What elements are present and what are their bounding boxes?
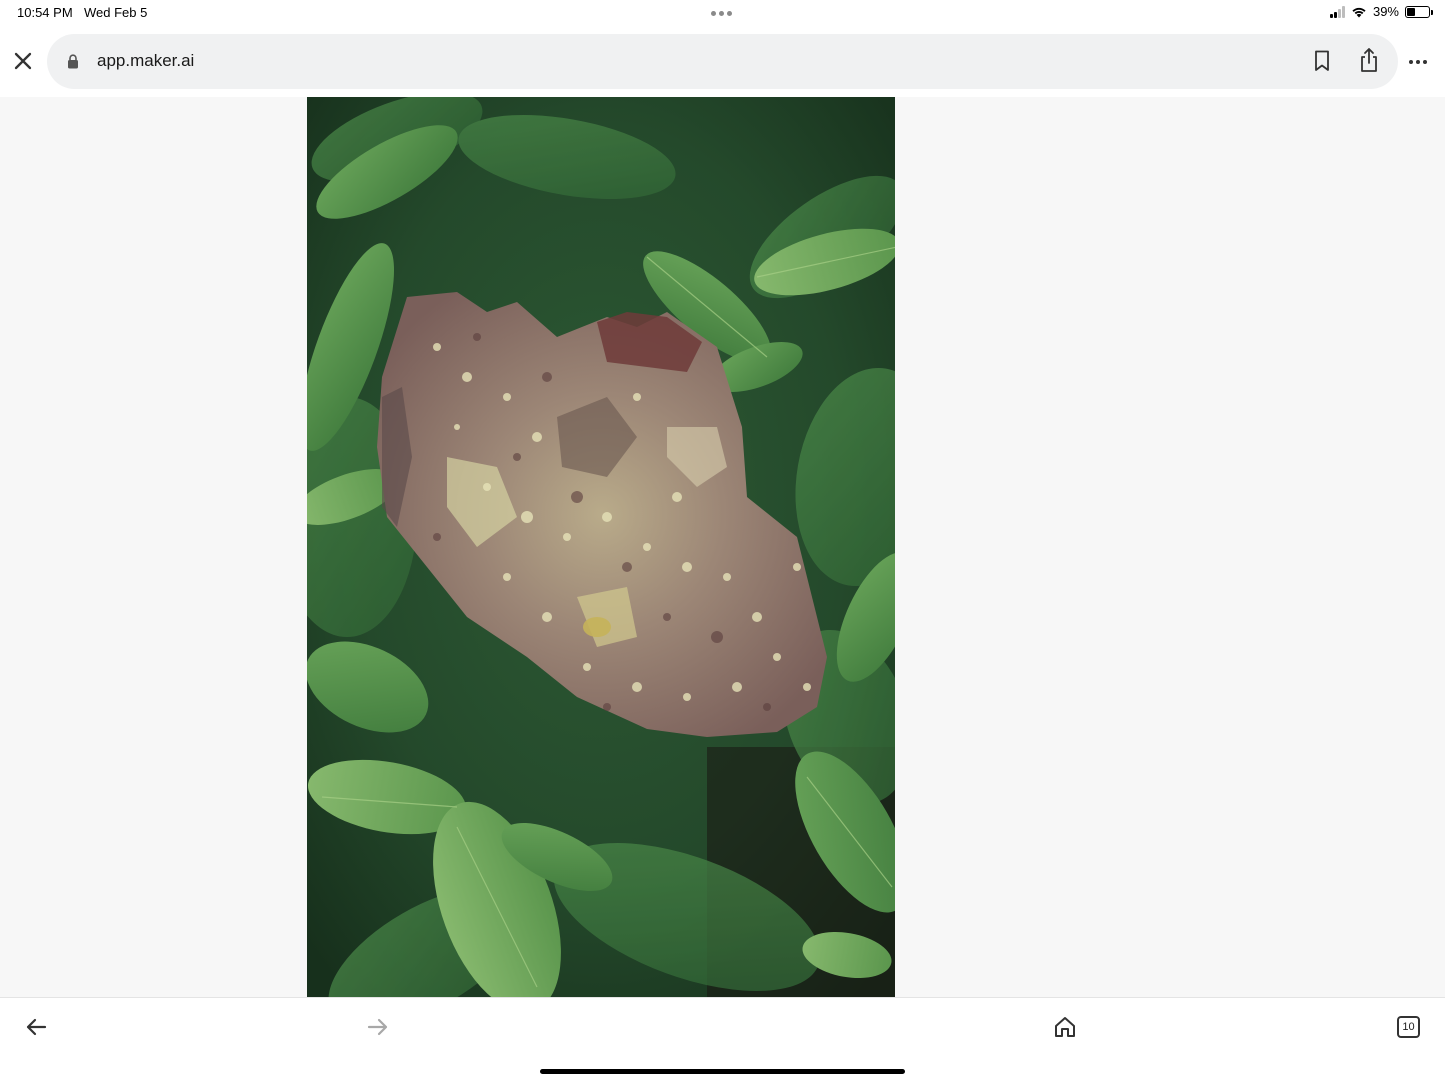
bottom-toolbar: 10 [0, 997, 1445, 1083]
home-icon[interactable] [1053, 1015, 1077, 1039]
home-indicator[interactable] [540, 1069, 905, 1074]
status-bar: 10:54 PM Wed Feb 5 39% [0, 0, 1445, 26]
photo-illustration [307, 97, 895, 997]
page-content [0, 97, 1445, 997]
close-icon[interactable] [10, 48, 36, 74]
address-bar[interactable]: app.maker.ai [47, 34, 1398, 89]
browser-toolbar: app.maker.ai [0, 26, 1445, 97]
battery-icon [1405, 5, 1433, 18]
url-text[interactable]: app.maker.ai [97, 51, 194, 71]
status-date: Wed Feb 5 [84, 5, 148, 20]
signal-icon [1329, 5, 1345, 18]
more-icon[interactable] [1409, 52, 1433, 72]
forward-arrow-icon[interactable] [366, 1016, 390, 1038]
bookmark-icon[interactable] [1312, 49, 1332, 73]
wifi-icon [1352, 7, 1366, 17]
tab-count: 10 [1402, 1021, 1415, 1033]
back-arrow-icon[interactable] [24, 1016, 48, 1038]
share-icon[interactable] [1358, 47, 1380, 73]
status-time: 10:54 PM [17, 5, 73, 20]
multitasking-handle-icon[interactable] [711, 11, 732, 16]
lock-icon [68, 54, 78, 69]
status-indicators: 39% [1329, 4, 1433, 19]
tabs-icon[interactable]: 10 [1397, 1016, 1420, 1038]
battery-percent: 39% [1372, 4, 1399, 19]
mineral-photo[interactable] [307, 97, 895, 997]
